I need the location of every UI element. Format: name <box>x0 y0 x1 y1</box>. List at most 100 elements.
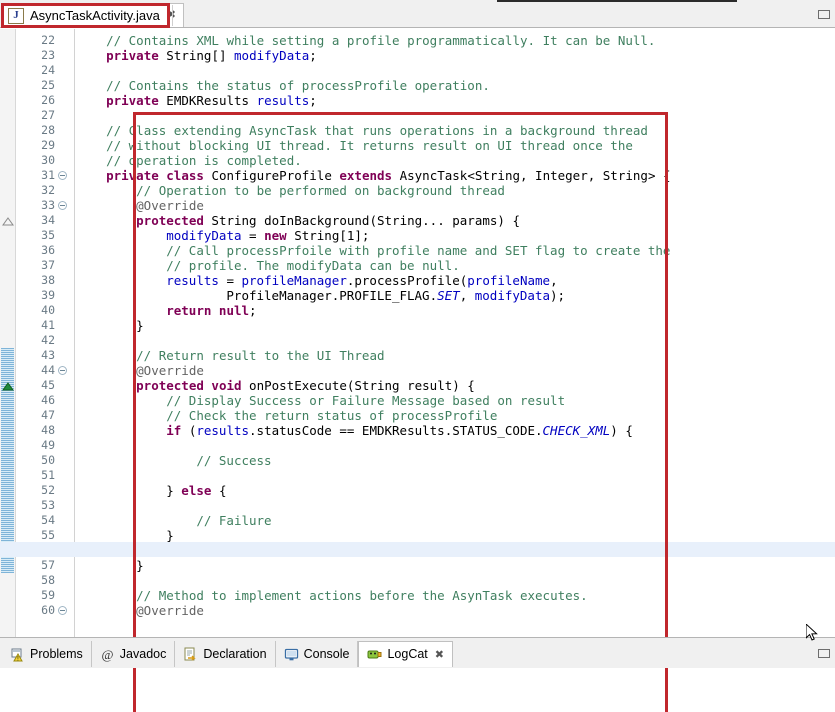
code-line[interactable]: protected String doInBackground(String..… <box>136 213 520 228</box>
line-number: 28 <box>41 123 55 138</box>
line-number: 57 <box>41 558 55 573</box>
code-line[interactable]: // Check the return status of processPro… <box>166 408 497 423</box>
code-token: ) { <box>610 423 633 438</box>
bottom-tab-logcat[interactable]: LogCat ✖ <box>358 641 453 667</box>
code-token: ; <box>309 48 317 63</box>
line-number: 47 <box>41 408 55 423</box>
code-editor[interactable]: 2223242526272829303132333435363738394041… <box>0 29 835 637</box>
code-line[interactable]: // Return result to the UI Thread <box>136 348 384 363</box>
code-line[interactable]: // Contains the status of processProfile… <box>106 78 490 93</box>
editor-tab-asynctaskactivity[interactable]: J AsyncTaskActivity.java ✖ <box>2 3 184 27</box>
code-line[interactable]: } <box>166 528 174 543</box>
next-annotation-icon[interactable] <box>2 382 14 391</box>
line-number: 51 <box>41 468 55 483</box>
code-token: // Failure <box>196 513 271 528</box>
code-line[interactable]: // Method to implement actions before th… <box>136 588 588 603</box>
code-token: // Class extending AsyncTask that runs o… <box>106 123 648 138</box>
bottom-tab-declaration[interactable]: Declaration <box>175 641 275 667</box>
java-file-icon: J <box>8 8 24 24</box>
fold-collapse-icon[interactable] <box>58 201 67 210</box>
code-line[interactable]: // operation is completed. <box>106 153 302 168</box>
code-line[interactable]: } <box>136 558 144 573</box>
code-line[interactable]: // Display Success or Failure Message ba… <box>166 393 565 408</box>
view-menu-icon[interactable] <box>818 10 830 19</box>
line-number: 40 <box>41 303 55 318</box>
fold-collapse-icon[interactable] <box>58 366 67 375</box>
code-line[interactable]: results = profileManager.processProfile(… <box>166 273 557 288</box>
code-line[interactable]: // Class extending AsyncTask that runs o… <box>106 123 648 138</box>
code-token: // Contains the status of processProfile… <box>106 78 490 93</box>
previous-annotation-icon[interactable] <box>2 217 14 226</box>
line-number: 26 <box>41 93 55 108</box>
code-token: ]; <box>354 228 369 243</box>
code-token: else <box>181 483 219 498</box>
bottom-tab-label: LogCat <box>387 648 427 661</box>
code-token: , <box>550 273 558 288</box>
fold-collapse-icon[interactable] <box>58 171 67 180</box>
line-number: 50 <box>41 453 55 468</box>
code-token: // Call processPrfoile with profile name… <box>166 243 670 258</box>
code-token: modifyData <box>475 288 550 303</box>
code-line[interactable]: return null; <box>166 303 256 318</box>
code-token: // operation is completed. <box>106 153 302 168</box>
fold-collapse-icon[interactable] <box>58 606 67 615</box>
code-line[interactable]: modifyData = new String[1]; <box>166 228 369 243</box>
code-token: String doInBackground(String... params) … <box>211 213 520 228</box>
line-number: 59 <box>41 588 55 603</box>
code-token: String[ <box>294 228 347 243</box>
code-line[interactable]: private EMDKResults results; <box>106 93 317 108</box>
line-number: 43 <box>41 348 55 363</box>
code-token: profileName <box>467 273 550 288</box>
code-token: { <box>219 483 227 498</box>
code-token: extends <box>339 168 399 183</box>
close-icon[interactable]: ✖ <box>435 648 444 661</box>
code-token: ConfigureProfile <box>211 168 339 183</box>
code-line[interactable]: ProfileManager.PROFILE_FLAG.SET, modifyD… <box>226 288 565 303</box>
code-line[interactable]: // Success <box>196 453 271 468</box>
code-token: .processProfile( <box>347 273 467 288</box>
bottom-tab-console[interactable]: Console <box>276 641 359 667</box>
line-number: 30 <box>41 153 55 168</box>
bottom-tab-javadoc[interactable]: @ Javadoc <box>92 641 176 667</box>
bottom-view-tabs: !Problems @ Javadoc Declaration Console LogCa… <box>2 641 453 667</box>
code-line[interactable]: private class ConfigureProfile extends A… <box>106 168 670 183</box>
line-number: 38 <box>41 273 55 288</box>
current-line-highlight <box>0 542 835 557</box>
code-token: private <box>106 93 166 108</box>
line-number: 35 <box>41 228 55 243</box>
code-line[interactable]: if (results.statusCode == EMDKResults.ST… <box>166 423 633 438</box>
bottom-tab-problems[interactable]: !Problems <box>2 641 92 667</box>
code-token: } <box>136 558 144 573</box>
code-line[interactable]: } <box>136 318 144 333</box>
line-number: 23 <box>41 48 55 63</box>
line-number: 32 <box>41 183 55 198</box>
code-line[interactable]: protected void onPostExecute(String resu… <box>136 378 475 393</box>
editor-tab-bar: J AsyncTaskActivity.java ✖ <box>0 3 835 28</box>
code-token: results <box>166 273 219 288</box>
code-token: protected void <box>136 378 249 393</box>
code-token: AsyncTask<String, Integer, String> { <box>400 168 671 183</box>
code-line[interactable]: } else { <box>166 483 226 498</box>
code-line[interactable]: // Failure <box>196 513 271 528</box>
code-line[interactable]: private String[] modifyData; <box>106 48 317 63</box>
bottom-tab-label: Console <box>304 648 350 661</box>
code-line[interactable]: // Contains XML while setting a profile … <box>106 33 655 48</box>
code-line[interactable]: @Override <box>136 603 204 618</box>
declaration-icon <box>183 647 198 662</box>
code-line[interactable]: // without blocking UI thread. It return… <box>106 138 633 153</box>
javadoc-icon: @ <box>100 647 115 662</box>
bottom-tab-label: Declaration <box>203 648 266 661</box>
bottom-tab-label: Javadoc <box>120 648 167 661</box>
code-line[interactable]: // Call processPrfoile with profile name… <box>166 243 670 258</box>
code-token: ; <box>249 303 257 318</box>
code-token: if <box>166 423 189 438</box>
code-token: private class <box>106 168 211 183</box>
line-number: 42 <box>41 333 55 348</box>
bottom-view-menu-icon[interactable] <box>818 649 830 658</box>
code-line[interactable]: // Operation to be performed on backgrou… <box>136 183 505 198</box>
logcat-icon <box>367 647 382 662</box>
code-token: SET <box>437 288 460 303</box>
code-line[interactable]: @Override <box>136 198 204 213</box>
code-line[interactable]: @Override <box>136 363 204 378</box>
code-line[interactable]: // profile. The modifyData can be null. <box>166 258 460 273</box>
